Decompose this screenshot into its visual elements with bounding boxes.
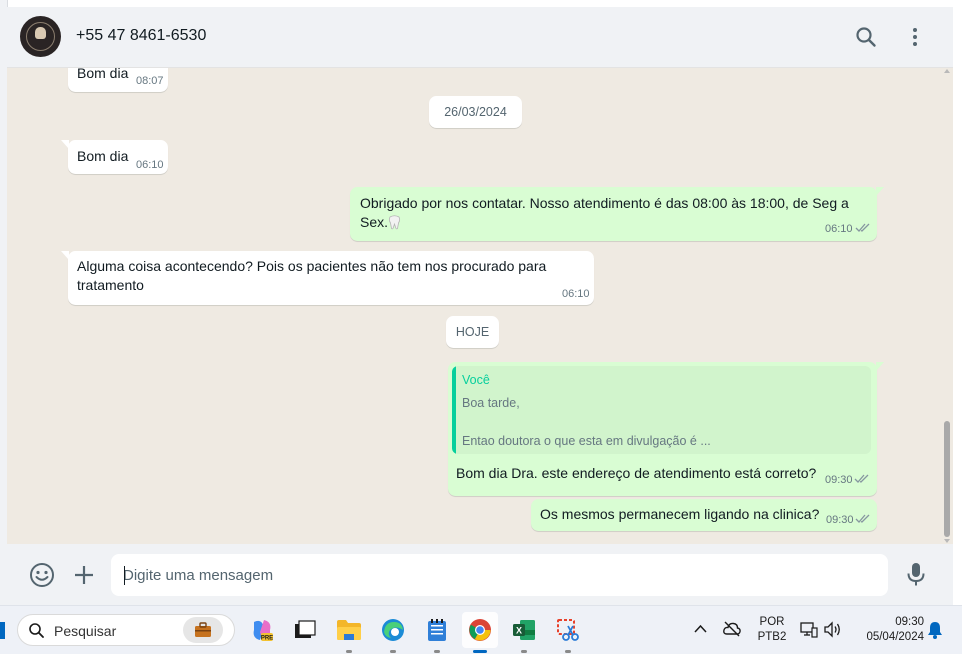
contact-avatar[interactable]	[20, 16, 61, 57]
network-icon[interactable]	[800, 621, 818, 638]
search-highlight	[183, 617, 223, 643]
chrome-app[interactable]	[462, 612, 498, 653]
message-text-line2: Sex.	[360, 214, 389, 230]
scroll-up-arrow-icon[interactable]	[944, 69, 950, 73]
bubble-tail	[876, 362, 884, 371]
clock-time: 09:30	[895, 616, 924, 628]
date-divider-today: HOJE	[446, 316, 499, 348]
notification-bell-icon[interactable]	[927, 621, 943, 639]
search-label: Pesquisar	[54, 623, 117, 639]
chat-header: +55 47 8461-6530	[7, 7, 953, 68]
message-outgoing-reply[interactable]: Você Boa tarde, Entao doutora o que esta…	[448, 362, 884, 496]
language-code: POR	[759, 616, 785, 628]
cloud-offline-icon[interactable]	[723, 621, 741, 637]
message-list[interactable]: Bom dia 08:07 26/03/2024 Bom dia 06:10 O…	[7, 68, 953, 544]
mic-icon[interactable]	[902, 560, 930, 588]
svg-text:PRE: PRE	[261, 636, 273, 642]
snipping-tool-app[interactable]	[550, 612, 586, 653]
read-receipt-icon	[854, 474, 869, 483]
message-text: Bom dia	[77, 148, 129, 164]
excel-icon: X	[513, 620, 535, 640]
clock[interactable]: 09:30 05/04/2024	[852, 615, 924, 645]
message-incoming[interactable]: Bom dia 06:10	[61, 140, 168, 174]
task-view-app[interactable]	[287, 612, 323, 648]
scroll-thumb[interactable]	[944, 421, 950, 537]
emoji-icon[interactable]	[28, 561, 56, 589]
windows-taskbar: Pesquisar PRE X POR PTB2 09:30 05/04/202…	[0, 605, 962, 654]
quote-text-line2: Entao doutora o que esta em divulgação é…	[462, 434, 711, 448]
message-text-line2: tratamento	[77, 277, 144, 293]
read-receipt-icon	[855, 223, 870, 232]
copilot-icon: PRE	[253, 620, 273, 642]
quoted-message[interactable]: Você Boa tarde, Entao doutora o que esta…	[452, 366, 871, 454]
message-time: 06:10	[562, 288, 590, 300]
message-incoming[interactable]: Alguma coisa acontecendo? Pois os pacien…	[61, 251, 594, 305]
file-explorer-app[interactable]	[331, 612, 367, 653]
quote-accent-bar	[452, 366, 456, 454]
message-time: 09:30	[826, 514, 854, 526]
date-divider: 26/03/2024	[429, 96, 522, 128]
menu-dots-icon[interactable]	[901, 23, 929, 51]
task-view-icon	[295, 620, 316, 638]
bubble-tail	[876, 187, 884, 196]
message-time: 06:10	[136, 159, 164, 171]
message-incoming[interactable]: Bom dia 08:07	[68, 68, 168, 92]
message-text: Bom dia Dra. este endereço de atendiment…	[456, 465, 817, 481]
search-icon[interactable]	[852, 23, 880, 51]
message-text-line1: Obrigado por nos contatar. Nosso atendim…	[360, 195, 849, 211]
message-composer	[7, 544, 953, 605]
quote-text-line1: Boa tarde,	[462, 396, 520, 410]
copilot-app[interactable]: PRE	[244, 612, 280, 648]
contact-name[interactable]: +55 47 8461-6530	[76, 27, 206, 45]
avatar-tooth-logo	[35, 27, 46, 39]
message-time: 08:07	[136, 75, 164, 87]
read-receipt-icon	[855, 514, 870, 523]
quote-author: Você	[462, 373, 490, 387]
input-language[interactable]: POR PTB2	[754, 615, 790, 645]
message-input[interactable]	[123, 554, 863, 596]
message-time: 09:30	[825, 474, 853, 486]
clock-date: 05/04/2024	[866, 631, 924, 643]
notepad-app[interactable]	[419, 612, 455, 653]
scroll-down-arrow-icon[interactable]	[944, 539, 950, 543]
tooth-emoji-icon	[388, 215, 401, 230]
folder-icon	[337, 620, 361, 640]
excel-app[interactable]: X	[506, 612, 542, 653]
chat-scrollbar[interactable]	[943, 68, 951, 544]
message-text: Bom dia	[77, 68, 129, 81]
notepad-icon	[428, 619, 446, 641]
taskbar-search[interactable]: Pesquisar	[17, 614, 235, 646]
keyboard-layout: PTB2	[757, 631, 787, 643]
text-caret	[124, 566, 125, 585]
message-outgoing[interactable]: Obrigado por nos contatar. Nosso atendim…	[350, 187, 884, 241]
plus-icon[interactable]	[70, 561, 98, 589]
message-text-line1: Alguma coisa acontecendo? Pois os pacien…	[77, 258, 547, 274]
edge-app[interactable]	[375, 612, 411, 653]
message-time: 06:10	[825, 223, 853, 235]
message-outgoing[interactable]: Os mesmos permanecem ligando na clinica?…	[531, 499, 877, 531]
edge-icon	[382, 619, 404, 641]
bubble-tail	[61, 251, 69, 260]
chevron-up-icon[interactable]	[694, 624, 707, 634]
start-button[interactable]	[0, 622, 5, 639]
message-input-box[interactable]	[111, 554, 888, 596]
bubble-tail	[61, 140, 69, 149]
search-icon	[29, 623, 44, 638]
snipping-tool-icon	[557, 619, 579, 641]
volume-icon[interactable]	[823, 621, 843, 638]
briefcase-icon	[195, 622, 211, 637]
whatsapp-window: +55 47 8461-6530 Bom dia 08:07 26/03/202…	[7, 7, 953, 605]
message-text: Os mesmos permanecem ligando na clinica?	[540, 506, 820, 522]
chrome-icon	[469, 619, 491, 641]
svg-text:X: X	[516, 626, 522, 636]
